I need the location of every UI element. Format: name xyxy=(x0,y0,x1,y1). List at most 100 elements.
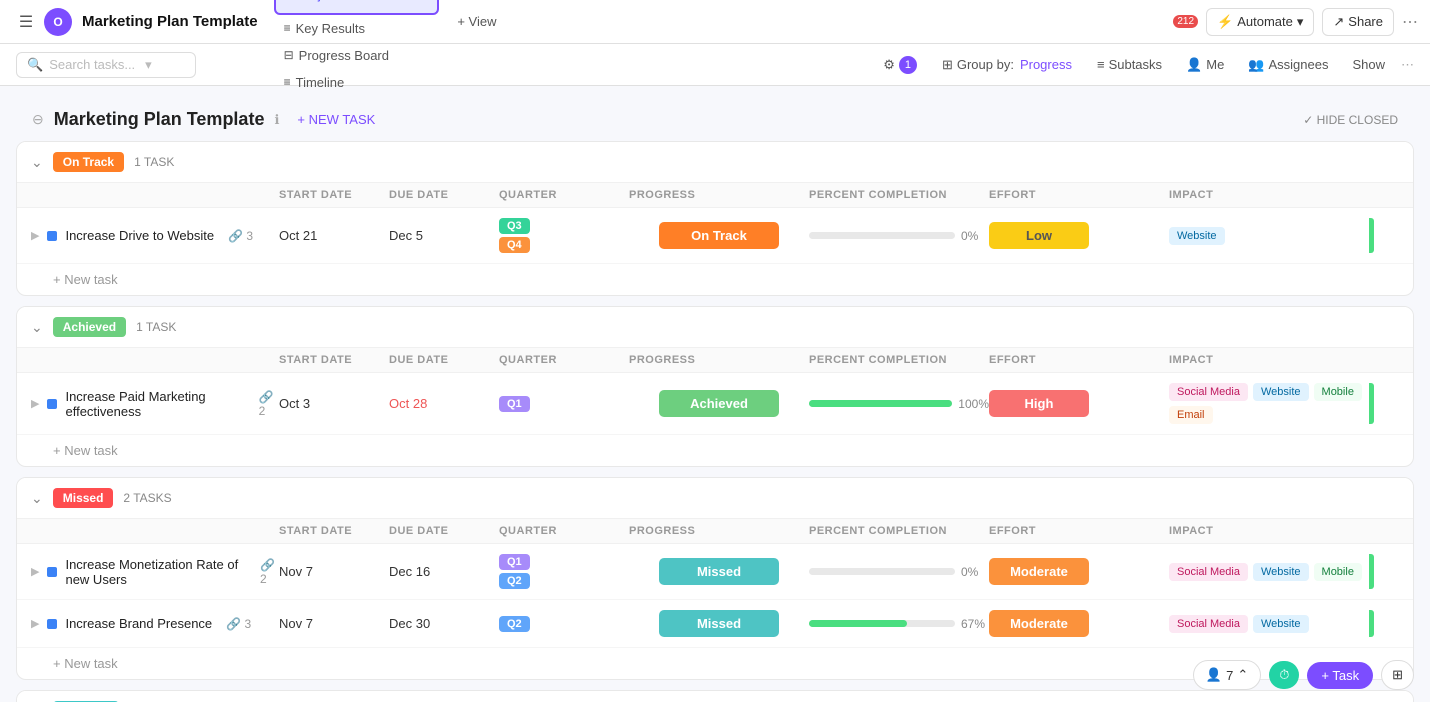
section-missed: ⌄ Missed 2 TASKS START DATE DUE DATE QUA… xyxy=(16,477,1414,680)
show-button[interactable]: Show xyxy=(1344,53,1393,76)
tab-more-objectives[interactable]: ⋯ xyxy=(366,0,391,7)
section-status-missed: Missed xyxy=(53,488,114,508)
due-date: Dec 30 xyxy=(389,616,499,631)
task-name-cell: ▶ Increase Brand Presence 🔗 3 xyxy=(31,616,279,631)
more-options-icon[interactable]: ⋯ xyxy=(1402,12,1418,32)
task-count-badge[interactable]: 👤 7 ⌃ xyxy=(1193,660,1261,690)
col-effort: EFFORT xyxy=(989,525,1169,537)
progress-bar xyxy=(809,620,955,627)
group-by-button[interactable]: ⊞ Group by: Progress xyxy=(933,52,1081,78)
side-indicator xyxy=(1369,554,1374,589)
effort-cell: High xyxy=(989,390,1169,417)
col-due-date: DUE DATE xyxy=(389,525,499,537)
assignees-icon: 👥 xyxy=(1248,57,1264,73)
impact-tag: Social Media xyxy=(1169,563,1248,581)
col-effort: EFFORT xyxy=(989,354,1169,366)
quarter-badge: Q2 xyxy=(499,573,530,589)
percent-cell: 100% xyxy=(809,397,989,411)
col-task xyxy=(53,189,279,201)
task-expand-icon[interactable]: ▶ xyxy=(31,565,39,578)
col-task xyxy=(53,525,279,537)
search-input[interactable]: 🔍 Search tasks... ▾ xyxy=(16,52,196,78)
side-indicator xyxy=(1369,383,1374,424)
quarter-badge: Q3 xyxy=(499,218,530,234)
quarter-badge: Q4 xyxy=(499,237,530,253)
col-quarter: QUARTER xyxy=(499,189,629,201)
new-task-button[interactable]: + NEW TASK xyxy=(289,108,383,131)
app-logo: O xyxy=(44,8,72,36)
col-impact: IMPACT xyxy=(1169,189,1369,201)
collapse-all-icon[interactable]: ⊖ xyxy=(32,111,44,128)
due-date: Dec 16 xyxy=(389,564,499,579)
add-task-button[interactable]: + Task xyxy=(1307,662,1373,689)
progress-cell: Achieved xyxy=(629,390,809,417)
subtasks-button[interactable]: ≡ Subtasks xyxy=(1089,53,1170,76)
toolbar-more-icon[interactable]: ⋯ xyxy=(1401,57,1414,73)
nav-tab-key-results[interactable]: ≡Key Results xyxy=(274,15,440,42)
me-button[interactable]: 👤 Me xyxy=(1178,53,1232,77)
task-expand-icon[interactable]: ▶ xyxy=(31,229,39,242)
quarter-cell: Q1Q2 xyxy=(499,554,629,589)
percent-cell: 0% xyxy=(809,229,989,243)
impact-cell: Social MediaWebsite xyxy=(1169,615,1369,633)
progress-status: Achieved xyxy=(659,390,779,417)
impact-tag: Website xyxy=(1169,227,1225,245)
percent-text: 67% xyxy=(961,617,989,631)
impact-cell: Social MediaWebsiteMobile xyxy=(1169,563,1369,581)
nav-tabs: 📄Getting Started Guide⊞Objectives⋯≡Key R… xyxy=(274,0,440,96)
task-expand-icon[interactable]: ▶ xyxy=(31,617,39,630)
search-dropdown-icon[interactable]: ▾ xyxy=(145,57,152,73)
filter-count: 1 xyxy=(899,56,917,74)
progress-bar-fill xyxy=(809,400,952,407)
section-toggle-achieved[interactable]: ⌄ xyxy=(31,319,43,336)
progress-cell: Missed xyxy=(629,558,809,585)
nav-tab-progress-board[interactable]: ⊟Progress Board xyxy=(274,42,440,69)
column-headers: START DATE DUE DATE QUARTER PROGRESS PER… xyxy=(17,183,1413,208)
col-progress: PROGRESS xyxy=(629,189,809,201)
task-name: Increase Paid Marketing effectiveness xyxy=(65,389,244,419)
effort-cell: Moderate xyxy=(989,610,1169,637)
group-by-icon: ⊞ xyxy=(942,57,953,73)
hide-closed-button[interactable]: ✓ HIDE CLOSED xyxy=(1303,113,1398,127)
assignees-button[interactable]: 👥 Assignees xyxy=(1240,53,1336,77)
sections-container: ⌄ On Track 1 TASK START DATE DUE DATE QU… xyxy=(16,141,1414,702)
progress-status: Missed xyxy=(659,610,779,637)
subtask-count: 🔗 3 xyxy=(226,617,251,631)
impact-cell: Social MediaWebsiteMobileEmail xyxy=(1169,383,1369,424)
section-toggle-on-track[interactable]: ⌄ xyxy=(31,154,43,171)
view-button[interactable]: + View xyxy=(447,8,506,35)
grid-view-button[interactable]: ⊞ xyxy=(1381,660,1414,690)
section-toggle-missed[interactable]: ⌄ xyxy=(31,490,43,507)
new-task-row[interactable]: + New task xyxy=(17,264,1413,295)
task-row[interactable]: ▶ Increase Drive to Website 🔗 3 Oct 21 D… xyxy=(17,208,1413,264)
automate-button[interactable]: ⚡ Automate ▾ xyxy=(1206,8,1314,36)
collapse-icon: ⌃ xyxy=(1237,667,1248,683)
filter-button[interactable]: ⚙ 1 xyxy=(875,52,925,78)
bottom-bar: 👤 7 ⌃ ⏱ + Task ⊞ xyxy=(1193,660,1414,690)
start-date: Oct 3 xyxy=(279,396,389,411)
info-icon[interactable]: ℹ xyxy=(274,112,279,128)
task-color-dot xyxy=(47,231,57,241)
quarter-cell: Q2 xyxy=(499,616,629,632)
menu-button[interactable]: ☰ xyxy=(12,8,40,36)
toolbar: 🔍 Search tasks... ▾ ⚙ 1 ⊞ Group by: Prog… xyxy=(0,44,1430,86)
nav-tab-objectives[interactable]: ⊞Objectives⋯ xyxy=(274,0,440,15)
task-name-cell: ▶ Increase Monetization Rate of new User… xyxy=(31,557,279,587)
col-percent: PERCENT COMPLETION xyxy=(809,525,989,537)
nav-tab-timeline[interactable]: ≡Timeline xyxy=(274,69,440,96)
new-task-row[interactable]: + New task xyxy=(17,435,1413,466)
col-due-date: DUE DATE xyxy=(389,189,499,201)
task-expand-icon[interactable]: ▶ xyxy=(31,397,39,410)
task-row[interactable]: ▶ Increase Paid Marketing effectiveness … xyxy=(17,373,1413,435)
filter-icon: ⚙ xyxy=(883,57,895,73)
timer-button[interactable]: ⏱ xyxy=(1269,661,1299,689)
task-row[interactable]: ▶ Increase Monetization Rate of new User… xyxy=(17,544,1413,600)
notification-badge[interactable]: 212 xyxy=(1173,15,1198,28)
section-count-on-track: 1 TASK xyxy=(134,155,174,169)
task-row[interactable]: ▶ Increase Brand Presence 🔗 3 Nov 7 Dec … xyxy=(17,600,1413,648)
share-button[interactable]: ↗ Share xyxy=(1322,8,1394,36)
effort-badge: Moderate xyxy=(989,558,1089,585)
quarter-cell: Q1 xyxy=(499,396,629,412)
grid-icon: ⊞ xyxy=(1392,667,1403,682)
subtask-count: 🔗 2 xyxy=(260,558,279,586)
